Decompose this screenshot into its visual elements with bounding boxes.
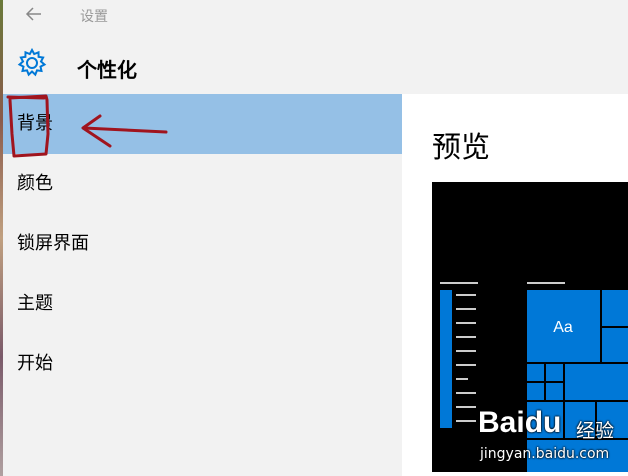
title-bar: 设置: [3, 0, 628, 30]
watermark-suffix: 经验: [576, 420, 615, 442]
sidebar-item-label: 锁屏界面: [17, 233, 89, 254]
sidebar-item-themes[interactable]: 主题: [3, 274, 402, 334]
baidu-watermark: Baidu 经验 jingyan.baidu.com: [478, 402, 628, 474]
page-header: 个性化: [3, 30, 628, 94]
watermark-url: jingyan.baidu.com: [480, 446, 610, 462]
sidebar-item-start[interactable]: 开始: [3, 334, 402, 394]
sidebar-item-background[interactable]: 背景: [3, 94, 402, 154]
page-title: 个性化: [77, 58, 137, 82]
sidebar-item-label: 背景: [17, 113, 53, 134]
sidebar: 背景 颜色 锁屏界面 主题 开始: [3, 94, 402, 476]
gear-icon: [17, 48, 47, 77]
sidebar-item-label: 开始: [17, 353, 53, 374]
tile-label: Aa: [553, 319, 573, 336]
preview-heading: 预览: [432, 130, 491, 164]
back-arrow-icon[interactable]: [23, 4, 45, 24]
app-title: 设置: [80, 9, 108, 25]
sidebar-item-label: 主题: [17, 293, 53, 314]
sidebar-item-label: 颜色: [17, 173, 53, 194]
watermark-logo: Baidu: [478, 406, 562, 439]
sidebar-item-lock-screen[interactable]: 锁屏界面: [3, 214, 402, 274]
sidebar-item-colors[interactable]: 颜色: [3, 154, 402, 214]
